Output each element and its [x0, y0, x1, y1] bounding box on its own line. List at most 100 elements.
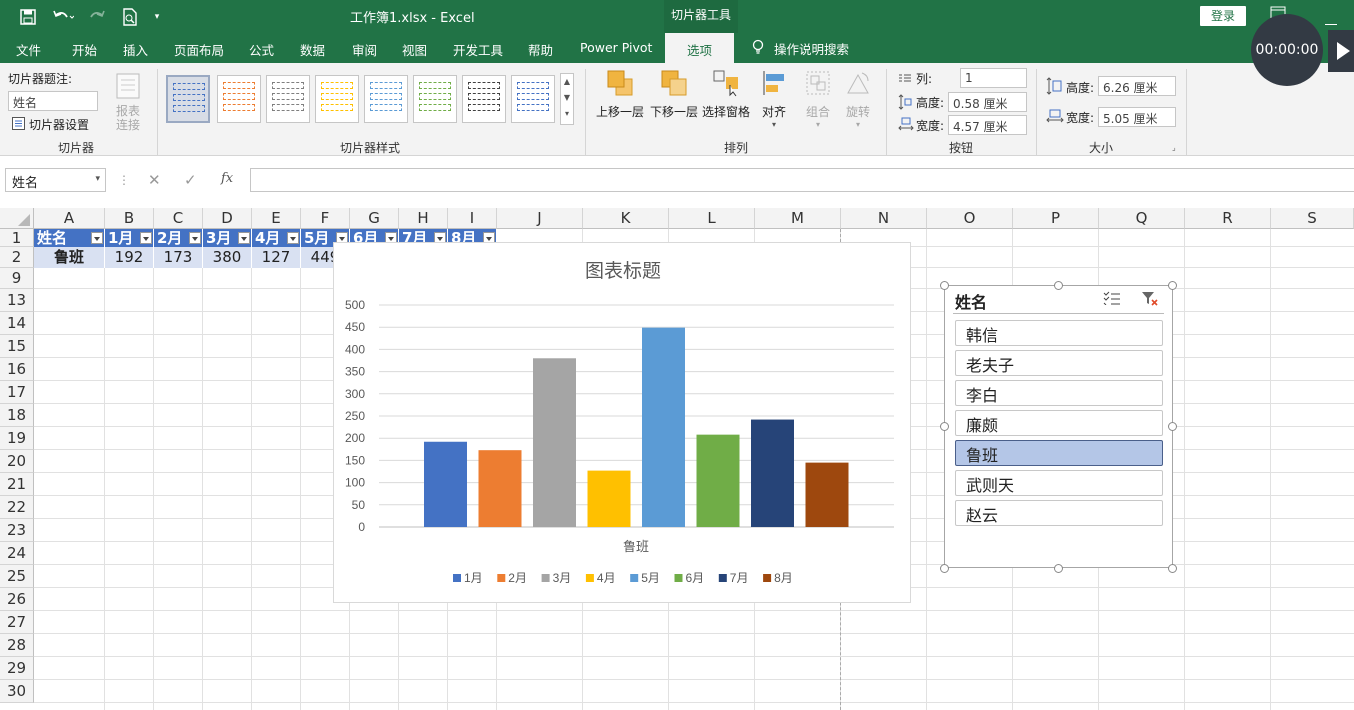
size-dialog-launcher-icon[interactable]: ⌟: [1172, 143, 1176, 152]
tab-power-pivot[interactable]: Power Pivot: [580, 40, 652, 55]
row-header-19[interactable]: 19: [0, 427, 34, 450]
resize-handle[interactable]: [1168, 281, 1177, 290]
column-header-H[interactable]: H: [399, 208, 448, 229]
resize-handle[interactable]: [940, 564, 949, 573]
align-button[interactable]: 对齐 ▾: [756, 69, 792, 129]
row-header-25[interactable]: 25: [0, 565, 34, 588]
name-box[interactable]: 姓名 ▾: [5, 168, 106, 192]
row-header-21[interactable]: 21: [0, 473, 34, 496]
value-cell[interactable]: 192: [105, 247, 154, 268]
row-header-30[interactable]: 30: [0, 680, 34, 703]
slicer-caption-input[interactable]: 姓名: [8, 91, 98, 111]
column-header-N[interactable]: N: [841, 208, 927, 229]
filter-dropdown-icon[interactable]: [238, 232, 250, 244]
value-cell[interactable]: 380: [203, 247, 252, 268]
slicer-style-2[interactable]: [217, 75, 261, 123]
column-header-I[interactable]: I: [448, 208, 497, 229]
column-header-P[interactable]: P: [1013, 208, 1099, 229]
columns-input[interactable]: 1: [960, 68, 1027, 88]
slicer-style-7[interactable]: [462, 75, 506, 123]
row-header-16[interactable]: 16: [0, 358, 34, 381]
resize-handle[interactable]: [1168, 422, 1177, 431]
bring-forward-button[interactable]: 上移一层: [594, 69, 646, 120]
tab-options[interactable]: 选项: [665, 33, 735, 63]
slicer-style-6[interactable]: [413, 75, 457, 123]
row-header-24[interactable]: 24: [0, 542, 34, 565]
row-header-2[interactable]: 2: [0, 247, 34, 268]
login-button[interactable]: 登录: [1200, 6, 1246, 26]
column-header-D[interactable]: D: [203, 208, 252, 229]
slicer-height-input[interactable]: 6.26 厘米: [1098, 76, 1176, 96]
customize-qat-icon[interactable]: ▾: [150, 7, 164, 27]
slicer-item[interactable]: 赵云: [955, 500, 1163, 526]
cancel-icon[interactable]: ✕: [148, 171, 161, 189]
tab-review[interactable]: 审阅: [352, 40, 377, 59]
row-header-27[interactable]: 27: [0, 611, 34, 634]
name-cell[interactable]: 鲁班: [34, 247, 105, 268]
column-header-S[interactable]: S: [1271, 208, 1354, 229]
slicer-item[interactable]: 廉颇: [955, 410, 1163, 436]
filter-dropdown-icon[interactable]: [287, 232, 299, 244]
tab-home[interactable]: 开始: [72, 40, 97, 59]
slicer-item[interactable]: 李白: [955, 380, 1163, 406]
gallery-scroll[interactable]: ▲ ▼ ▾: [560, 73, 574, 125]
row-header-28[interactable]: 28: [0, 634, 34, 657]
slicer-item[interactable]: 鲁班: [955, 440, 1163, 466]
tell-me-search[interactable]: 操作说明搜索: [752, 39, 849, 58]
row-header-15[interactable]: 15: [0, 335, 34, 358]
slicer-style-3[interactable]: [266, 75, 310, 123]
resize-handle[interactable]: [940, 422, 949, 431]
row-header-23[interactable]: 23: [0, 519, 34, 542]
row-header-17[interactable]: 17: [0, 381, 34, 404]
slicer[interactable]: 姓名 韩信 老夫子 李白 廉颇 鲁班 武则天 赵云: [944, 285, 1173, 568]
button-width-input[interactable]: 4.57 厘米: [948, 115, 1027, 135]
column-header-G[interactable]: G: [350, 208, 399, 229]
value-cell[interactable]: 127: [252, 247, 301, 268]
play-icon[interactable]: [1328, 30, 1354, 72]
row-header-18[interactable]: 18: [0, 404, 34, 427]
resize-handle[interactable]: [1054, 281, 1063, 290]
row-header-14[interactable]: 14: [0, 312, 34, 335]
slicer-style-1[interactable]: [166, 75, 210, 123]
column-header-F[interactable]: F: [301, 208, 350, 229]
report-connections-button[interactable]: 报表 连接: [108, 71, 148, 132]
slicer-item[interactable]: 武则天: [955, 470, 1163, 496]
minimize-icon[interactable]: [1325, 14, 1337, 30]
row-header-9[interactable]: 9: [0, 268, 34, 289]
column-header-K[interactable]: K: [583, 208, 669, 229]
button-height-input[interactable]: 0.58 厘米: [948, 92, 1027, 112]
clear-filter-icon[interactable]: [1141, 291, 1159, 310]
tab-formulas[interactable]: 公式: [249, 40, 274, 59]
save-icon[interactable]: [18, 7, 38, 27]
row-header-29[interactable]: 29: [0, 657, 34, 680]
column-header-L[interactable]: L: [669, 208, 755, 229]
column-header-M[interactable]: M: [755, 208, 841, 229]
row-header-13[interactable]: 13: [0, 289, 34, 312]
row-header-1[interactable]: 1: [0, 229, 34, 247]
resize-handle[interactable]: [1168, 564, 1177, 573]
slicer-item[interactable]: 老夫子: [955, 350, 1163, 376]
row-header-22[interactable]: 22: [0, 496, 34, 519]
resize-handle[interactable]: [1054, 564, 1063, 573]
row-header-26[interactable]: 26: [0, 588, 34, 611]
group-button[interactable]: 组合 ▾: [800, 69, 836, 129]
select-all-corner[interactable]: [0, 208, 34, 229]
column-header-C[interactable]: C: [154, 208, 203, 229]
slicer-width-input[interactable]: 5.05 厘米: [1098, 107, 1176, 127]
tab-developer[interactable]: 开发工具: [453, 40, 503, 59]
tab-help[interactable]: 帮助: [528, 40, 553, 59]
filter-dropdown-icon[interactable]: [91, 232, 103, 244]
slicer-style-5[interactable]: [364, 75, 408, 123]
insert-function-icon[interactable]: fx: [221, 171, 233, 186]
name-box-dropdown-icon[interactable]: ▾: [95, 174, 100, 184]
print-preview-icon[interactable]: [120, 7, 140, 27]
column-header-B[interactable]: B: [105, 208, 154, 229]
tab-data[interactable]: 数据: [300, 40, 325, 59]
resize-handle[interactable]: [940, 281, 949, 290]
tab-page-layout[interactable]: 页面布局: [174, 40, 224, 59]
value-cell[interactable]: 173: [154, 247, 203, 268]
tab-insert[interactable]: 插入: [123, 40, 148, 59]
slicer-item[interactable]: 韩信: [955, 320, 1163, 346]
slicer-style-4[interactable]: [315, 75, 359, 123]
column-header-A[interactable]: A: [34, 208, 105, 229]
